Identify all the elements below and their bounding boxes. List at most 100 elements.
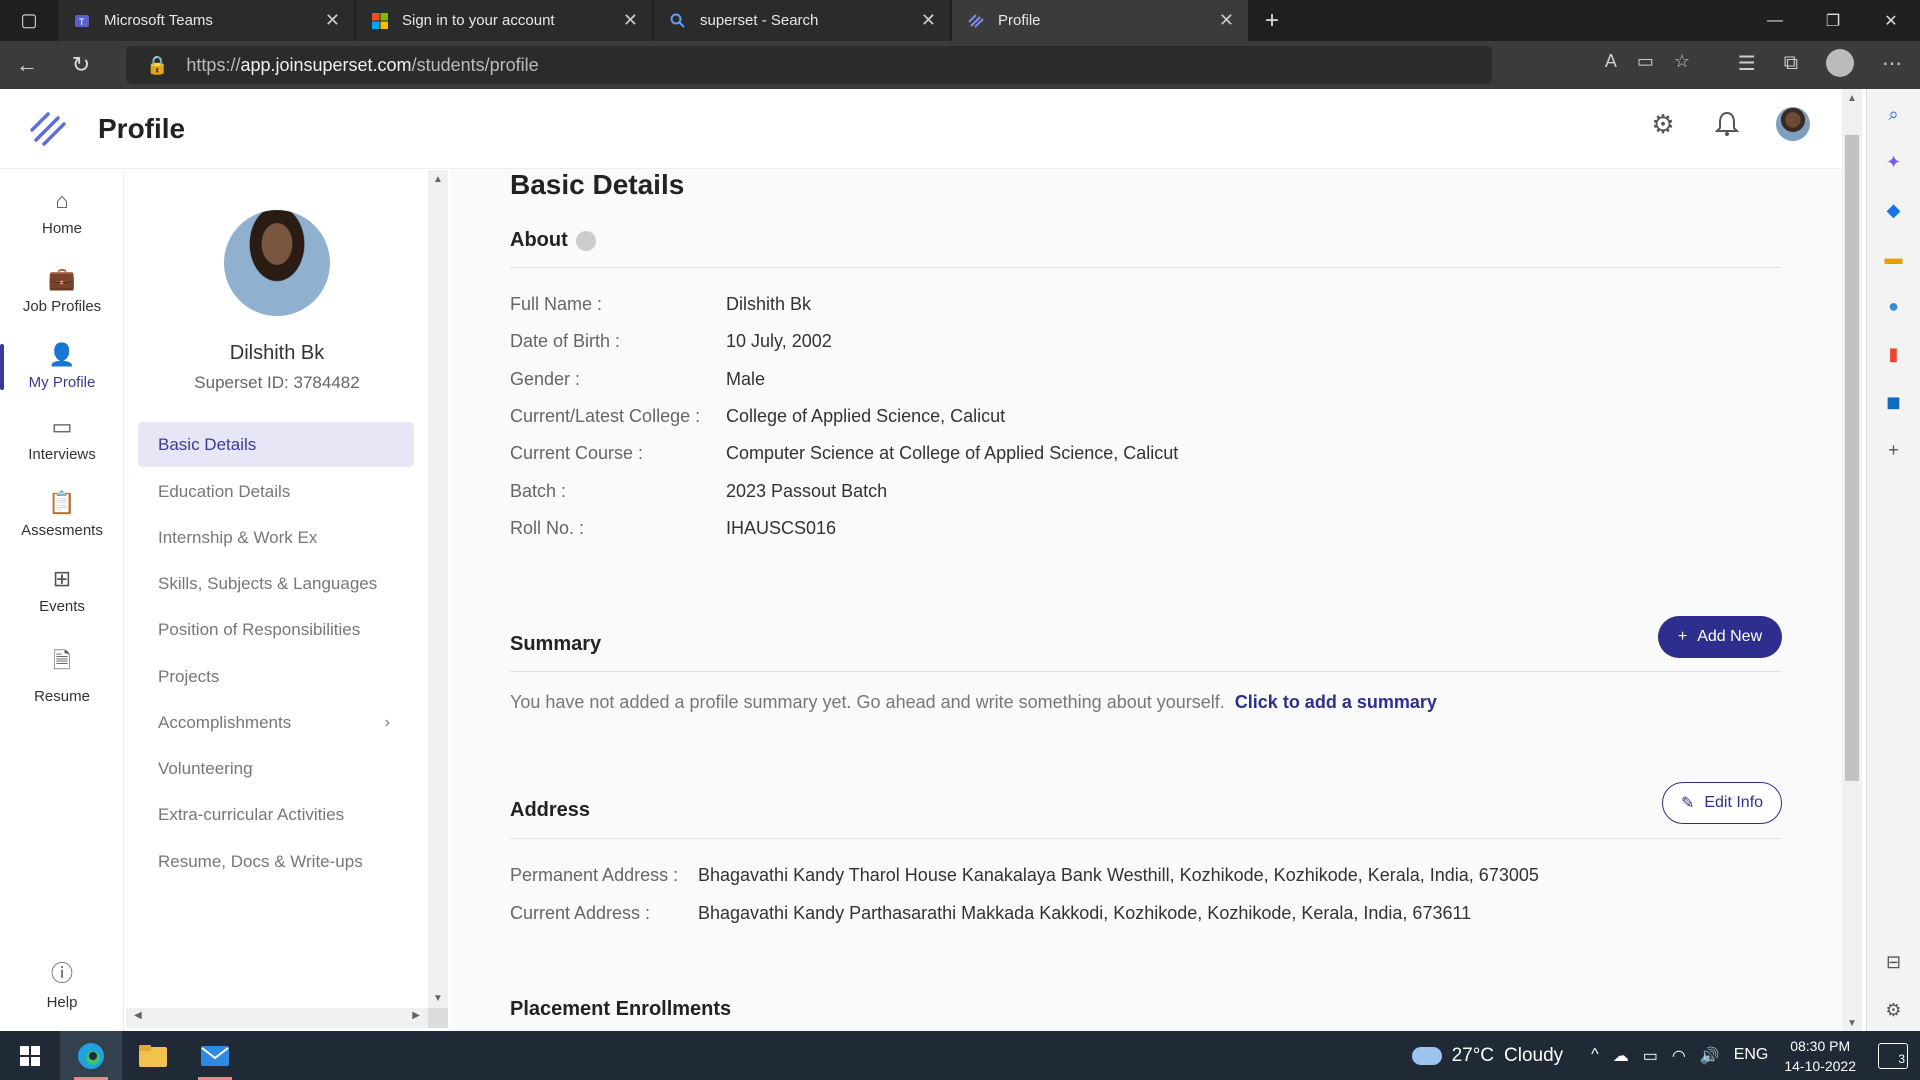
menu-accomplishments[interactable]: Accomplishments › bbox=[138, 700, 414, 745]
menu-label: Extra-curricular Activities bbox=[158, 804, 345, 824]
add-summary-link[interactable]: Click to add a summary bbox=[1235, 692, 1437, 712]
menu-resume-docs[interactable]: Resume, Docs & Write-ups bbox=[138, 839, 414, 884]
scroll-right-icon[interactable]: ▶ bbox=[412, 1010, 420, 1021]
address-title: Address bbox=[510, 799, 591, 821]
menu-position-of-responsibilities[interactable]: Position of Responsibilities bbox=[138, 607, 414, 652]
info-icon[interactable] bbox=[575, 230, 596, 251]
settings-gear-icon[interactable]: ⚙ bbox=[1648, 109, 1678, 139]
scroll-left-icon[interactable]: ◀ bbox=[134, 1010, 142, 1021]
toolbox-icon[interactable]: ▬ bbox=[1883, 247, 1905, 269]
browser-tab-profile[interactable]: Profile ✕ bbox=[952, 0, 1248, 41]
cloud-icon bbox=[1411, 1046, 1442, 1065]
profile-photo[interactable] bbox=[224, 210, 330, 316]
notification-center-icon[interactable]: 3 bbox=[1878, 1042, 1908, 1069]
address-bar[interactable]: 🔒 https://app.joinsuperset.com/students/… bbox=[126, 46, 1492, 84]
about-title-text: About bbox=[510, 229, 568, 251]
gear-icon[interactable]: ⚙ bbox=[1883, 999, 1905, 1021]
nav-item-assesments[interactable]: 📋 Assesments bbox=[0, 490, 124, 539]
clock-time: 08:30 PM bbox=[1790, 1037, 1851, 1054]
bell-icon[interactable] bbox=[1712, 109, 1742, 139]
browser-profile-icon[interactable] bbox=[1826, 49, 1854, 77]
nav-label: Help bbox=[46, 994, 78, 1011]
nav-item-interviews[interactable]: ▭ Interviews bbox=[0, 414, 124, 463]
scroll-up-icon[interactable]: ▲ bbox=[428, 174, 448, 185]
browser-tab-teams[interactable]: T Microsoft Teams ✕ bbox=[58, 0, 354, 41]
search-icon[interactable]: ⌕ bbox=[1883, 103, 1905, 125]
scroll-down-icon[interactable]: ▼ bbox=[428, 993, 448, 1004]
nav-item-job-profiles[interactable]: 💼 Job Profiles bbox=[0, 266, 124, 315]
scroll-down-icon[interactable]: ▼ bbox=[1842, 1018, 1862, 1029]
office-icon[interactable]: ▮ bbox=[1883, 343, 1905, 365]
sidebar-vertical-scrollbar[interactable]: ▲ ▼ bbox=[428, 170, 448, 1008]
menu-basic-details[interactable]: Basic Details bbox=[138, 422, 414, 467]
menu-extra-curricular[interactable]: Extra-curricular Activities bbox=[138, 792, 414, 837]
outlook-icon[interactable]: ◼ bbox=[1883, 391, 1905, 413]
back-icon[interactable]: ← bbox=[0, 52, 54, 78]
full-name-value: Dilshith Bk bbox=[726, 294, 812, 314]
read-aloud-icon[interactable]: A bbox=[1605, 51, 1617, 72]
restore-icon[interactable]: ❐ bbox=[1804, 0, 1862, 41]
nav-label: My Profile bbox=[28, 374, 96, 391]
avatar[interactable] bbox=[1776, 107, 1810, 141]
permanent-address-label: Permanent Address : bbox=[510, 865, 679, 885]
dob-value: 10 July, 2002 bbox=[726, 331, 832, 351]
edit-info-button[interactable]: ✎ Edit Info bbox=[1662, 782, 1782, 824]
windows-start-icon[interactable] bbox=[0, 1045, 60, 1066]
pencil-icon: ✎ bbox=[1680, 795, 1695, 812]
sparkle-icon[interactable]: ✦ bbox=[1883, 151, 1905, 173]
mail-icon[interactable] bbox=[184, 1031, 246, 1080]
superset-logo-icon[interactable] bbox=[28, 108, 70, 150]
edge-browser-icon[interactable] bbox=[60, 1031, 122, 1080]
menu-skills[interactable]: Skills, Subjects & Languages bbox=[138, 561, 414, 606]
sidebar-horizontal-scrollbar[interactable]: ◀ ▶ bbox=[126, 1008, 428, 1028]
menu-volunteering[interactable]: Volunteering bbox=[138, 746, 414, 791]
scroll-up-icon[interactable]: ▲ bbox=[1842, 93, 1862, 104]
app-available-icon[interactable]: ▭ bbox=[1637, 51, 1654, 72]
new-tab-button[interactable]: + bbox=[1250, 0, 1294, 41]
menu-label: Resume, Docs & Write-ups bbox=[158, 851, 363, 871]
nav-item-help[interactable]: ⓘ Help bbox=[0, 956, 124, 1011]
browser-tab-signin[interactable]: Sign in to your account ✕ bbox=[356, 0, 652, 41]
tab-actions-icon[interactable]: ▢ bbox=[0, 0, 58, 41]
browser-tab-search[interactable]: superset - Search ✕ bbox=[654, 0, 950, 41]
nav-item-my-profile[interactable]: 👤 My Profile bbox=[0, 342, 124, 391]
close-icon[interactable]: ✕ bbox=[325, 10, 340, 31]
menu-internship-work-ex[interactable]: Internship & Work Ex bbox=[138, 515, 414, 560]
wifi-icon[interactable]: ◠ bbox=[1672, 1046, 1686, 1066]
app-header: Profile ⚙ bbox=[0, 89, 1842, 169]
roll-no-label: Roll No. : bbox=[510, 518, 585, 538]
close-icon[interactable]: ✕ bbox=[921, 10, 936, 31]
close-icon[interactable]: ✕ bbox=[1219, 10, 1234, 31]
volume-icon[interactable]: 🔊 bbox=[1700, 1046, 1720, 1066]
hide-sidebar-icon[interactable]: ⊟ bbox=[1883, 951, 1905, 973]
refresh-icon[interactable]: ↻ bbox=[54, 52, 108, 78]
onedrive-icon[interactable]: ☁ bbox=[1613, 1046, 1629, 1066]
window-close-icon[interactable]: ✕ bbox=[1862, 0, 1920, 41]
nav-item-resume[interactable]: 🗎 Resume bbox=[0, 644, 124, 705]
page-scrollbar[interactable]: ▲ ▼ bbox=[1842, 89, 1862, 1031]
favorites-icon[interactable]: ☰ bbox=[1738, 51, 1756, 76]
weather-desc: Cloudy bbox=[1504, 1044, 1564, 1066]
menu-education-details[interactable]: Education Details bbox=[138, 469, 414, 514]
games-icon[interactable]: ● bbox=[1883, 295, 1905, 317]
file-explorer-icon[interactable] bbox=[122, 1031, 184, 1080]
scrollbar-corner bbox=[428, 1008, 448, 1028]
clock[interactable]: 08:30 PM 14-10-2022 bbox=[1784, 1036, 1856, 1076]
menu-label: Skills, Subjects & Languages bbox=[158, 573, 378, 593]
minimize-icon[interactable]: — bbox=[1746, 0, 1804, 41]
menu-projects[interactable]: Projects bbox=[138, 654, 414, 699]
nav-item-home[interactable]: ⌂ Home bbox=[0, 188, 124, 237]
weather-widget[interactable]: 27°C Cloudy bbox=[1411, 1044, 1564, 1067]
tag-icon[interactable]: ◆ bbox=[1883, 199, 1905, 221]
more-icon[interactable]: ⋯ bbox=[1882, 51, 1902, 76]
scrollbar-thumb[interactable] bbox=[1845, 135, 1859, 781]
chevron-up-icon[interactable]: ^ bbox=[1591, 1046, 1599, 1066]
add-new-summary-button[interactable]: + Add New bbox=[1658, 616, 1782, 658]
add-icon[interactable]: + bbox=[1883, 439, 1905, 461]
language-indicator[interactable]: ENG bbox=[1734, 1046, 1769, 1066]
collections-icon[interactable]: ⧉ bbox=[1784, 52, 1798, 75]
battery-icon[interactable]: ▭ bbox=[1643, 1046, 1658, 1066]
nav-item-events[interactable]: ⊞ Events bbox=[0, 566, 124, 615]
favorite-star-icon[interactable]: ☆ bbox=[1674, 51, 1690, 72]
close-icon[interactable]: ✕ bbox=[623, 10, 638, 31]
